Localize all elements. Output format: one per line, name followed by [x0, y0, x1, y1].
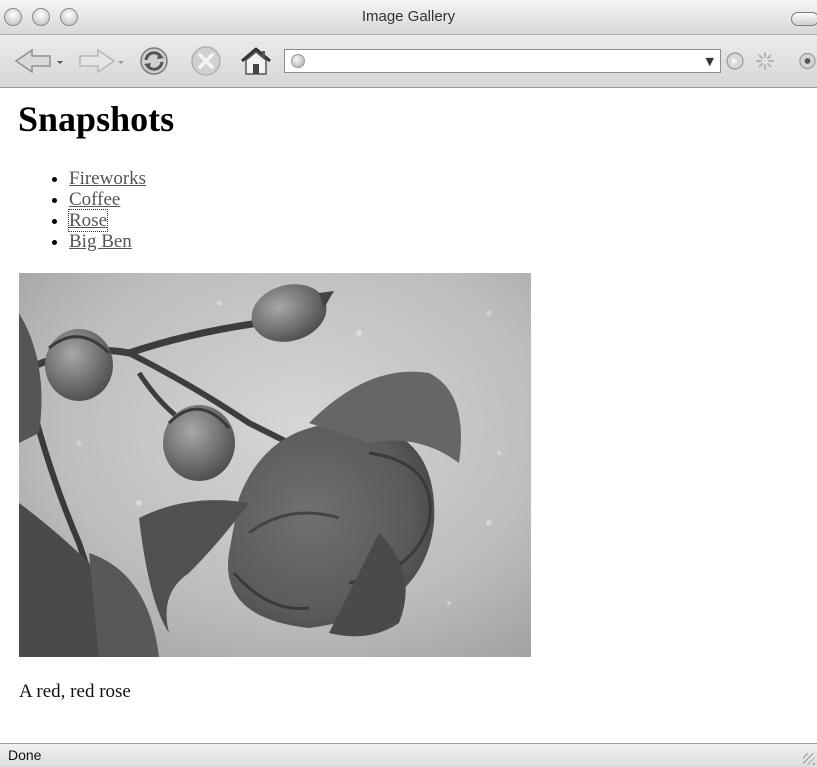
reload-icon	[140, 47, 168, 75]
page-title: Snapshots	[18, 99, 175, 139]
list-item: Coffee	[69, 189, 146, 210]
list-item: Fireworks	[69, 168, 146, 189]
reload-button[interactable]	[134, 45, 174, 77]
gallery-nav: Fireworks Coffee Rose Big Ben	[30, 168, 146, 252]
search-button[interactable]	[798, 45, 817, 77]
list-item: Big Ben	[69, 231, 146, 252]
stop-button[interactable]	[186, 45, 226, 77]
back-arrow-icon	[14, 48, 63, 74]
back-button[interactable]	[10, 45, 68, 77]
go-button[interactable]	[724, 45, 746, 77]
go-arrow-icon	[726, 52, 744, 70]
forward-arrow-icon	[79, 48, 124, 74]
search-icon	[799, 52, 816, 70]
url-dropdown-icon[interactable]: ▼	[706, 55, 714, 68]
link-fireworks[interactable]: Fireworks	[69, 168, 146, 189]
window-title: Image Gallery	[361, 8, 456, 25]
image-caption: A red, red rose	[19, 681, 131, 702]
throbber-icon	[756, 52, 774, 70]
rose-photo	[19, 273, 531, 657]
site-icon	[291, 54, 305, 68]
link-rose[interactable]: Rose	[68, 209, 108, 232]
window-titlebar: Image Gallery	[0, 0, 817, 35]
home-icon	[241, 47, 271, 75]
activity-throbber	[754, 45, 776, 77]
list-item: Rose	[68, 209, 146, 232]
stop-icon	[191, 46, 221, 76]
home-button[interactable]	[236, 45, 276, 77]
address-bar[interactable]: ▼	[284, 49, 721, 73]
page-content: Snapshots Fireworks Coffee Rose Big Ben	[0, 88, 817, 743]
toolbar-toggle-button[interactable]	[791, 12, 817, 26]
resize-grip-icon[interactable]	[803, 753, 815, 765]
status-text: Done	[8, 747, 42, 763]
link-big-ben[interactable]: Big Ben	[69, 231, 132, 252]
browser-toolbar: ▼	[0, 35, 817, 88]
forward-button[interactable]	[76, 45, 128, 77]
status-bar: Done	[0, 743, 817, 767]
placeholder-image	[19, 273, 531, 657]
link-coffee[interactable]: Coffee	[69, 189, 120, 210]
